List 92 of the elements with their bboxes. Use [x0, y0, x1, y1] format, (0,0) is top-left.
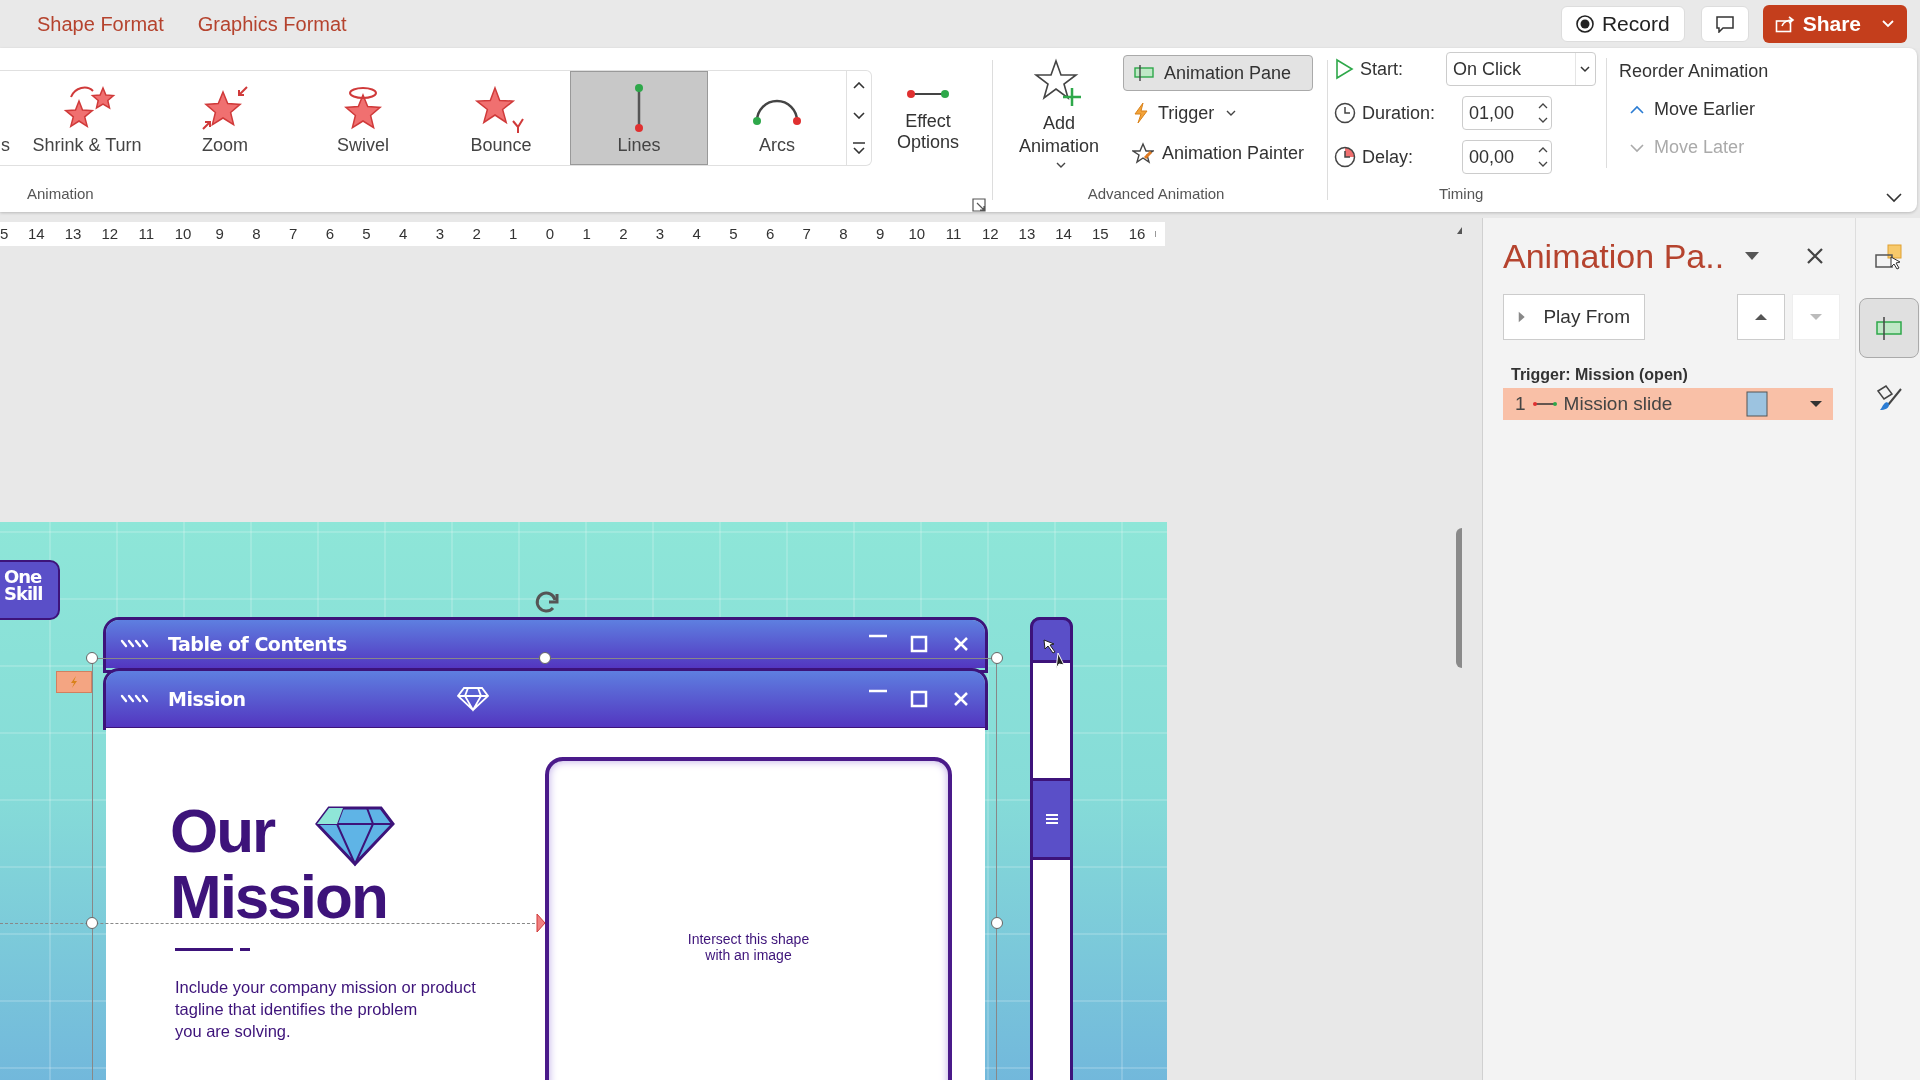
close-icon [1806, 247, 1825, 265]
group-label: Animation [26, 183, 95, 204]
field-label: Delay: [1362, 146, 1415, 168]
window-title: Mission [168, 688, 247, 710]
triangle-up-icon [1754, 313, 1768, 321]
ruler-number: 12 [971, 226, 1009, 242]
resize-handle[interactable] [86, 652, 98, 664]
reorder-heading: Reorder Animation [1619, 60, 1769, 83]
caret-icon [1226, 110, 1237, 116]
caret-icon [1056, 162, 1066, 169]
dropdown-caret-icon [1744, 251, 1761, 261]
diamond-icon [456, 686, 490, 712]
field-label: Duration: [1362, 102, 1437, 124]
dropdown-caret-icon [1809, 400, 1823, 408]
group-label: Advanced Animation [1086, 183, 1226, 204]
gallery-item[interactable]: Swivel [294, 71, 432, 165]
gallery-item[interactable]: Zoom [156, 71, 294, 165]
lightning-icon [1132, 102, 1150, 124]
ruler-number: 8 [825, 226, 862, 242]
line-path-icon [1531, 400, 1558, 408]
ribbon-tab[interactable]: Shape Format [37, 8, 164, 40]
play-from-button[interactable]: Play From [1503, 294, 1645, 340]
logo-badge: One Skill [0, 560, 60, 620]
star-brush-icon [1132, 142, 1154, 164]
share-icon [1774, 15, 1795, 33]
delay-field[interactable]: 00,00 [1462, 140, 1553, 174]
ruler-number: 5 [0, 226, 18, 242]
play-icon [1518, 309, 1526, 325]
animation-painter-button[interactable]: Animation Painter [1123, 135, 1314, 171]
ruler-number: 5 [715, 226, 752, 242]
add-animation-button[interactable]: Add Animation [999, 56, 1119, 170]
share-button[interactable]: Share [1762, 5, 1907, 43]
gallery-item[interactable]: Shrink & Turn [18, 71, 156, 165]
window-title: Table of Contents [168, 633, 347, 655]
group-label: Timing [1437, 183, 1485, 204]
ruler-number: 5 [348, 226, 385, 242]
triangle-down-icon [1809, 313, 1823, 321]
play-icon [1334, 58, 1355, 80]
dialog-launcher-icon [972, 198, 986, 212]
ruler-number: 15 [1081, 226, 1119, 242]
resize-handle[interactable] [991, 652, 1003, 664]
record-icon [1575, 15, 1594, 33]
effect-options-button[interactable]: Effect Options [878, 86, 978, 154]
animation-pane-button[interactable]: Animation Pane [1123, 55, 1314, 91]
start-dropdown[interactable]: On Click [1446, 52, 1597, 86]
gallery-item[interactable]: Bounce [432, 71, 570, 165]
comment-icon [1714, 15, 1735, 33]
scroll-down-icon [853, 112, 865, 119]
ruler-number: 2 [458, 226, 495, 242]
pane-icon [1132, 64, 1156, 82]
trigger-button[interactable]: Trigger [1123, 95, 1314, 131]
lightning-icon [69, 675, 79, 689]
slide-heading: Our [170, 800, 275, 862]
body-text: Include your company mission or product tagline that identifies the problem you are solving. [175, 977, 477, 1042]
caret-icon [1881, 19, 1895, 29]
line-path-icon [906, 87, 950, 101]
slide-heading: Mission [170, 866, 387, 928]
clock-icon [1334, 146, 1357, 168]
path-end-icon [536, 913, 546, 933]
record-button[interactable]: Record [1560, 6, 1685, 42]
maximize-icon [909, 634, 929, 654]
pane-title: Animation Pa.. [1503, 236, 1725, 276]
expand-gallery-icon [853, 141, 865, 154]
timing-bar-icon [1745, 391, 1768, 417]
move-earlier-button[interactable]: Move Earlier [1619, 91, 1769, 128]
placeholder-text: Intersect this shape with an image [686, 931, 811, 963]
maximize-icon [909, 689, 929, 709]
widget-header [1030, 617, 1073, 663]
scroll-up-icon [853, 82, 865, 90]
add-star-icon [1034, 57, 1084, 108]
ruler-number: 2 [605, 226, 642, 242]
animation-item[interactable]: 1 Mission slide [1503, 388, 1833, 420]
duration-field[interactable]: 01,00 [1462, 96, 1553, 130]
collapse-ribbon-icon [1885, 192, 1903, 204]
minimize-icon [869, 689, 887, 693]
gallery-item[interactable]: Lines [570, 71, 708, 165]
gallery-item[interactable]: Arcs [708, 71, 846, 165]
divider-dash [240, 948, 250, 951]
resize-handle[interactable] [991, 917, 1003, 929]
comments-button[interactable] [1700, 6, 1749, 42]
ruler-number: 12 [91, 226, 129, 242]
resize-handle[interactable] [86, 917, 98, 929]
field-label: Start: [1360, 58, 1405, 80]
trigger-label: Trigger: Mission (open) [1511, 366, 1689, 384]
gallery-item[interactable]: s [0, 71, 18, 165]
menu-icon [1044, 812, 1059, 826]
clock-icon [1334, 102, 1357, 124]
ribbon-tab[interactable]: Graphics Format [197, 8, 347, 40]
divider-dash [175, 948, 233, 951]
minimize-icon [869, 634, 887, 638]
ruler-number: 8 [238, 226, 275, 242]
line-path-icon [634, 83, 644, 133]
